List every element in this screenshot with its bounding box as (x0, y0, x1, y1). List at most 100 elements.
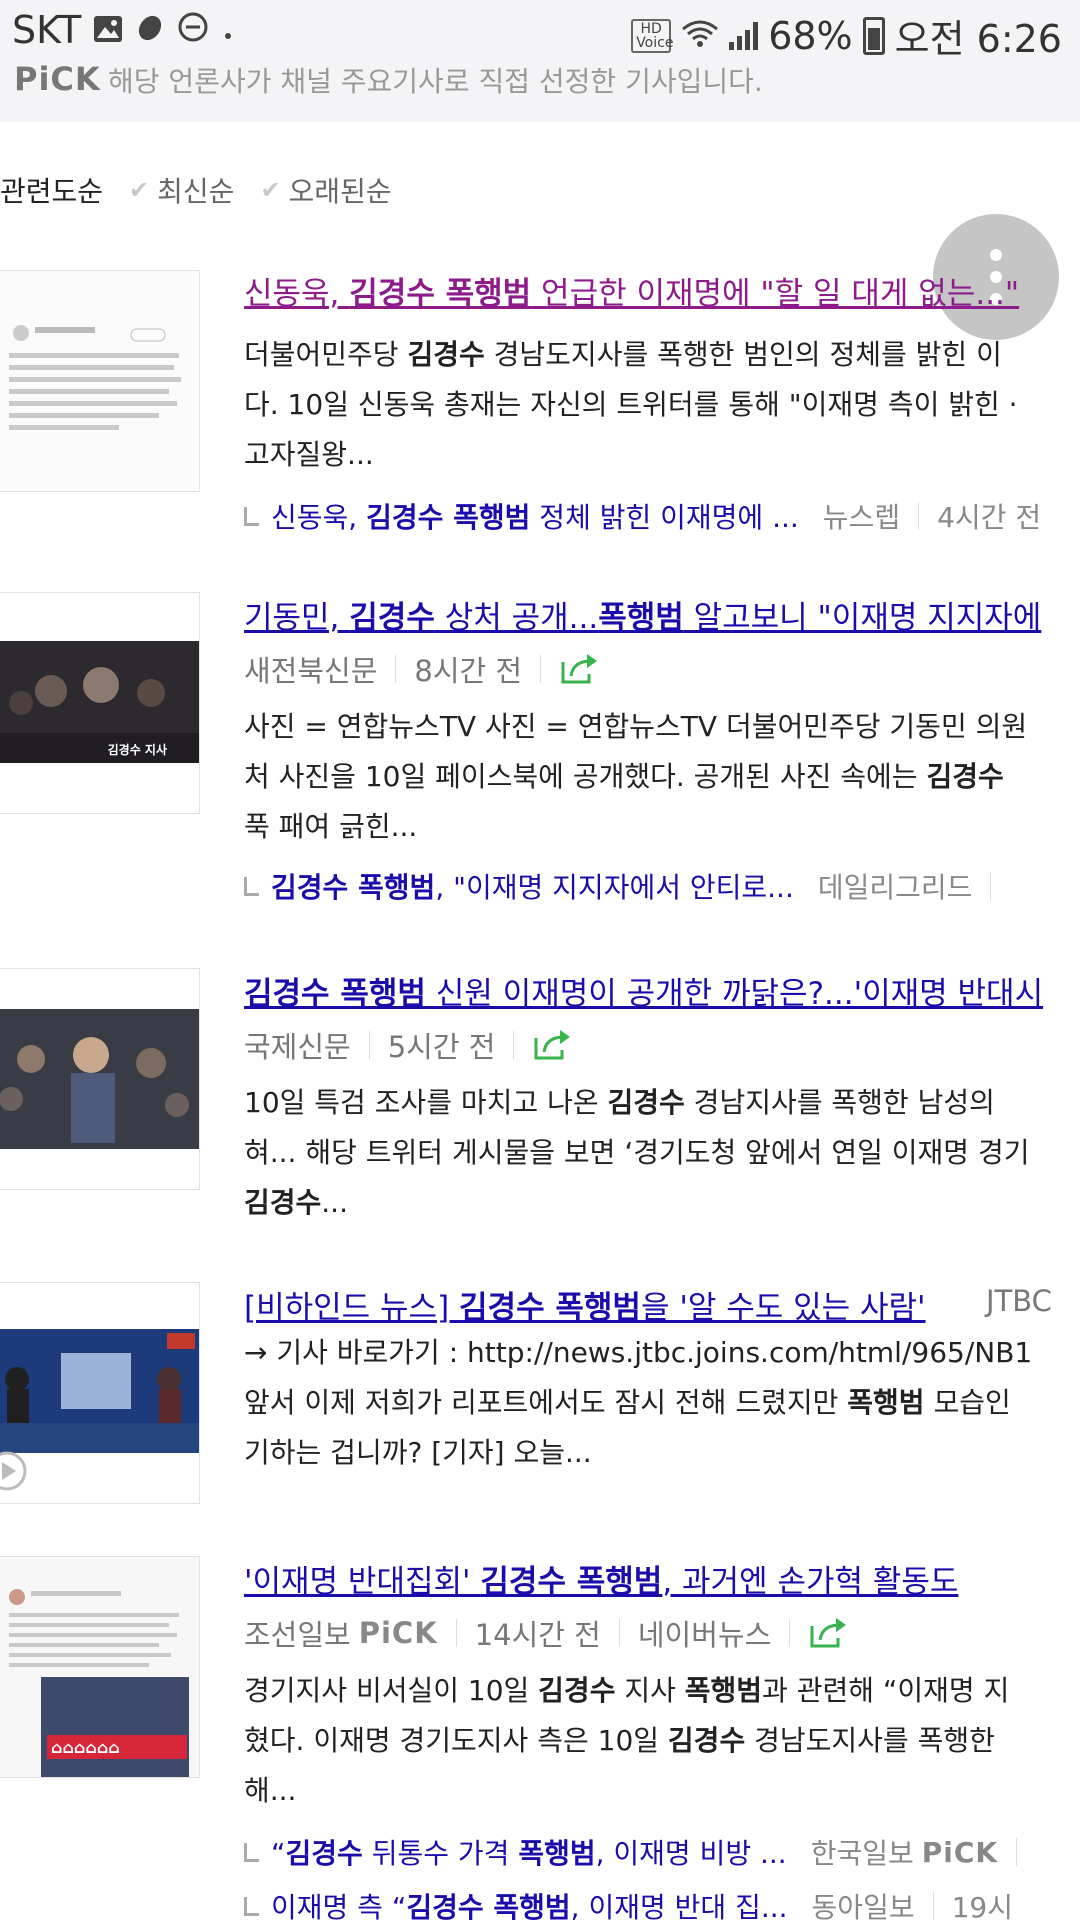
carrier-label: SKT (12, 8, 82, 52)
text-segment: 10일 특검 조사를 마치고 나온 (244, 1086, 608, 1119)
highlighted-keyword: 김경수 폭행범 (459, 1290, 641, 1326)
sort-oldest-label: 오래된순 (288, 175, 392, 208)
text-segment: 기하는 겁니까? [기자] 오늘... (244, 1436, 592, 1469)
article-thumbnail[interactable] (0, 1282, 200, 1504)
related-source[interactable]: 한국일보 (811, 1832, 914, 1872)
text-segment: 과 관련해 “이재명 지 (762, 1674, 1010, 1707)
text-segment: , 이재명 비방 ... (595, 1837, 787, 1870)
text-segment: ... (321, 1186, 348, 1219)
article-snippet: 더불어민주당 김경수 경남도지사를 폭행한 범인의 정체를 밝힌 이 다. 10일… (244, 330, 1080, 480)
related-article-link[interactable]: 이재명 측 “김경수 폭행범, 이재명 반대 집... (271, 1886, 788, 1926)
highlighted-keyword: 폭행범 (598, 600, 684, 636)
highlighted-keyword: 김경수 (244, 1186, 322, 1219)
pick-badge: PiCK (358, 1616, 438, 1650)
article-meta: 조선일보 PiCK 14시간 전 네이버뉴스 (244, 1612, 848, 1654)
article-source[interactable]: 새전북신문 (244, 648, 377, 690)
sort-oldest[interactable]: ✔ 오래된순 (260, 170, 391, 210)
battery-icon (862, 16, 885, 55)
highlighted-keyword: 김경수 (407, 338, 485, 371)
highlighted-keyword: 김경수 (285, 1837, 363, 1870)
share-icon[interactable] (532, 1028, 572, 1062)
divider (395, 655, 397, 683)
article-time: 5시간 전 (387, 1030, 496, 1064)
text-segment: 푹 패여 긁힌... (244, 810, 418, 843)
highlighted-keyword: 김경수 (607, 1086, 685, 1119)
related-article[interactable]: 신동욱, 김경수 폭행범 정체 밝힌 이재명에 ... 뉴스렙 4시간 전 (244, 496, 1041, 536)
article-source[interactable]: 국제신문 (244, 1024, 351, 1066)
text-segment: 신동욱, (271, 501, 367, 534)
snippet-line: 10일 특검 조사를 마치고 나온 김경수 경남지사를 폭행한 남성의 (244, 1078, 1080, 1128)
article-thumbnail[interactable] (0, 270, 200, 492)
text-segment: '이재명 반대집회' (244, 1564, 481, 1600)
text-segment: 다. 10일 신동욱 총재는 자신의 트위터를 통해 "이재명 측이 밝힌 · (244, 388, 1018, 421)
highlighted-keyword: 김경수 폭행범 (366, 501, 531, 534)
article-thumbnail[interactable] (0, 968, 200, 1190)
article-title-link[interactable]: 김경수 폭행범 신원 이재명이 공개한 까닭은?...'이재명 반대시 (244, 968, 1043, 1013)
text-segment: 해... (244, 1774, 297, 1807)
text-segment: 뒤통수 가격 (362, 1837, 519, 1870)
share-icon[interactable] (559, 652, 599, 686)
share-icon[interactable] (808, 1616, 848, 1650)
related-corner-icon (244, 506, 259, 526)
sort-relevance-label: 관련도순 (0, 175, 104, 208)
highlighted-keyword: 폭행범 (847, 1386, 925, 1419)
sort-relevance[interactable]: 관련도순 (0, 170, 103, 210)
highlighted-keyword: 폭행범 (518, 1837, 596, 1870)
portal-news-link[interactable]: 네이버뉴스 (638, 1612, 771, 1654)
text-segment: “ (271, 1837, 286, 1870)
article-source[interactable]: 조선일보 (244, 1612, 351, 1654)
thumb-caption: 김경수 지사 (108, 742, 167, 757)
related-article-link[interactable]: 김경수 폭행범, "이재명 지지자에서 안티로... (271, 866, 794, 906)
divider (789, 1619, 791, 1647)
text-segment: 경기지사 비서실이 10일 (244, 1674, 539, 1707)
article-title-link[interactable]: 신동욱, 김경수 폭행범 언급한 이재명에 "할 일 대게 없는..." (244, 268, 1019, 313)
snippet-line: 경기지사 비서실이 10일 김경수 지사 폭행범과 관련해 “이재명 지 (244, 1666, 1080, 1716)
article-source[interactable]: JTBC (986, 1284, 1052, 1318)
text-segment: 알고보니 "이재명 지지자에 (683, 600, 1042, 636)
battery-percent: 68% (768, 13, 853, 58)
article-title-link[interactable]: '이재명 반대집회' 김경수 폭행범, 과거엔 손가혁 활동도 (244, 1556, 958, 1601)
snippet-line: 혀... 해당 트위터 게시물을 보면 ‘경기도청 앞에서 연일 이재명 경기 (244, 1128, 1080, 1178)
related-source[interactable]: 뉴스렙 (823, 496, 900, 536)
highlighted-keyword: 김경수 폭행범 (349, 276, 532, 312)
snippet-line: 사진 = 연합뉴스TV 사진 = 연합뉴스TV 더불어민주당 기동민 의원 (244, 702, 1080, 752)
article-time: 8시간 전 (414, 654, 523, 688)
divider (513, 1031, 515, 1059)
article-item: ⌂⌂⌂⌂⌂⌂ '이재명 반대집회' 김경수 폭행범, 과거엔 손가혁 활동도 조… (0, 1556, 1080, 1924)
article-snippet: 사진 = 연합뉴스TV 사진 = 연합뉴스TV 더불어민주당 기동민 의원 처 사… (244, 702, 1080, 852)
divider (455, 1619, 457, 1647)
related-source[interactable]: 동아일보 (812, 1886, 915, 1926)
check-icon: ✔ (129, 176, 150, 204)
related-article[interactable]: “김경수 뒤통수 가격 폭행범, 이재명 비방 ... 한국일보 PiCK (244, 1832, 1035, 1872)
text-segment: 고자질왕... (244, 438, 374, 471)
highlighted-keyword: 폭행범 (684, 1674, 763, 1707)
snippet-line: → 기사 바로가기 : http://news.jtbc.joins.com/h… (244, 1328, 1080, 1378)
gallery-icon (93, 8, 123, 52)
text-segment: 지사 (615, 1674, 685, 1707)
article-title-link[interactable]: 기동민, 김경수 상처 공개...폭행범 알고보니 "이재명 지지자에 (244, 592, 1041, 637)
text-segment: 앞서 이제 저희가 리포트에서도 잠시 전해 드렸지만 (244, 1386, 848, 1419)
related-corner-icon (244, 1842, 259, 1862)
article-meta: 국제신문 5시간 전 (244, 1024, 572, 1066)
article-title-link[interactable]: [비하인드 뉴스] 김경수 폭행범을 '알 수도 있는 사람' (244, 1282, 926, 1327)
related-article[interactable]: 김경수 폭행범, "이재명 지지자에서 안티로... 데일리그리드 (244, 866, 1009, 906)
text-segment: [비하인드 뉴스] (244, 1290, 460, 1326)
related-article-link[interactable]: 신동욱, 김경수 폭행범 정체 밝힌 이재명에 ... (271, 496, 799, 536)
divider (618, 1619, 620, 1647)
text-segment: , 이재명 반대 집... (570, 1891, 788, 1924)
related-article[interactable]: 이재명 측 “김경수 폭행범, 이재명 반대 집... 동아일보 19시 (244, 1886, 1013, 1926)
sort-latest[interactable]: ✔ 최신순 (129, 170, 234, 210)
snippet-line: 혔다. 이재명 경기도지사 측은 10일 김경수 경남도지사를 폭행한 (244, 1716, 1080, 1766)
more-dots-icon (990, 249, 1002, 261)
wifi-icon (681, 14, 719, 58)
article-thumbnail[interactable]: ⌂⌂⌂⌂⌂⌂ (0, 1556, 200, 1778)
text-segment: 정체 밝힌 이재명에 ... (530, 501, 799, 534)
article-title-source: JTBC (986, 1284, 1052, 1318)
related-source[interactable]: 데일리그리드 (818, 866, 973, 906)
article-thumbnail[interactable]: 김경수 지사 (0, 592, 200, 814)
highlighted-keyword: 김경수 폭행범 (271, 871, 436, 904)
article-snippet: 10일 특검 조사를 마치고 나온 김경수 경남지사를 폭행한 남성의 혀... … (244, 1078, 1080, 1228)
related-article-link[interactable]: “김경수 뒤통수 가격 폭행범, 이재명 비방 ... (271, 1832, 787, 1872)
text-segment: 혔다. 이재명 경기도지사 측은 10일 (244, 1724, 668, 1757)
sort-latest-label: 최신순 (157, 175, 235, 208)
